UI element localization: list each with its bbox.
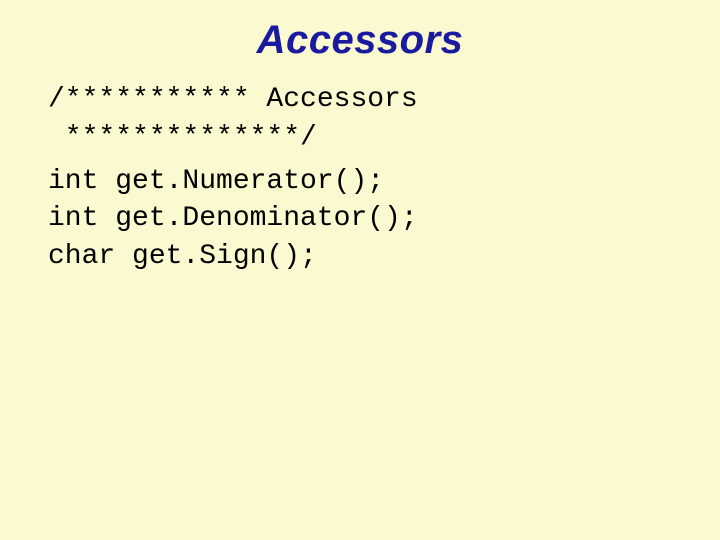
code-line-1: int get.Numerator(); xyxy=(48,166,384,197)
comment-line-2: **************/ xyxy=(48,122,317,153)
code-line-3: char get.Sign(); xyxy=(48,241,317,272)
code-body: int get.Numerator(); int get.Denominator… xyxy=(48,163,672,276)
code-line-2: int get.Denominator(); xyxy=(48,203,418,234)
code-comment: /*********** Accessors **************/ xyxy=(48,81,672,157)
slide: Accessors /*********** Accessors *******… xyxy=(0,0,720,540)
slide-title: Accessors xyxy=(48,18,672,63)
comment-line-1: /*********** Accessors xyxy=(48,84,418,115)
